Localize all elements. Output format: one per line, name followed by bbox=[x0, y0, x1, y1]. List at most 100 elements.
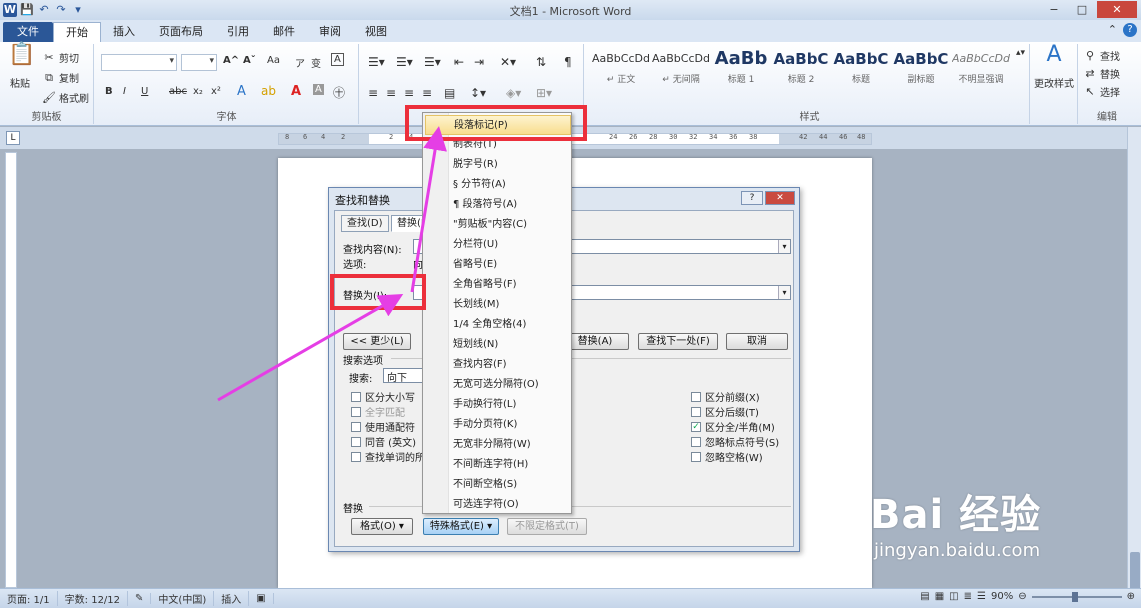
sounds-like-checkbox[interactable]: 同音 (英文) bbox=[351, 434, 416, 449]
match-suffix-checkbox[interactable]: 区分后缀(T) bbox=[691, 404, 759, 419]
vertical-scrollbar[interactable] bbox=[1127, 127, 1141, 602]
tab-find[interactable]: 查找(D) bbox=[341, 215, 389, 232]
menu-item-column-break[interactable]: 分栏符(U) bbox=[425, 235, 571, 255]
chinese-layout-icon[interactable]: ✕▾ bbox=[500, 55, 516, 69]
menu-item-section-char[interactable]: § 分节符(A) bbox=[425, 175, 571, 195]
all-word-forms-checkbox[interactable]: 查找单词的所 bbox=[351, 449, 425, 464]
find-next-button[interactable]: 查找下一处(F) bbox=[638, 333, 718, 350]
paste-button[interactable]: 📋 粘贴 bbox=[8, 44, 35, 91]
macro-record-icon[interactable]: ▣ bbox=[249, 593, 274, 604]
tab-page-layout[interactable]: 页面布局 bbox=[147, 22, 215, 42]
match-case-checkbox[interactable]: 区分大小写 bbox=[351, 389, 415, 404]
zoom-out-icon[interactable]: ⊖ bbox=[1018, 591, 1026, 602]
underline-button[interactable]: U bbox=[141, 86, 148, 97]
style-heading-2[interactable]: AaBbC 标题 2 bbox=[772, 46, 830, 96]
align-left-icon[interactable]: ≡ bbox=[368, 86, 378, 100]
font-name-combo[interactable] bbox=[101, 54, 177, 71]
insert-mode[interactable]: 插入 bbox=[214, 591, 250, 606]
replace-dropdown-icon[interactable]: ▾ bbox=[778, 286, 790, 299]
tab-home[interactable]: 开始 bbox=[53, 22, 101, 42]
align-center-icon[interactable]: ≡ bbox=[386, 86, 396, 100]
menu-item-page-break[interactable]: 手动分页符(K) bbox=[425, 415, 571, 435]
dialog-close-button[interactable]: ✕ bbox=[765, 191, 795, 205]
enclose-char-icon[interactable]: ㊉ bbox=[333, 84, 345, 101]
increase-indent-icon[interactable]: ⇥ bbox=[474, 55, 484, 69]
ribbon-minimize-icon[interactable]: ⌃ bbox=[1108, 23, 1117, 37]
zoom-slider[interactable] bbox=[1031, 591, 1122, 602]
vertical-ruler[interactable] bbox=[5, 152, 17, 588]
help-icon[interactable]: ? bbox=[1123, 23, 1137, 37]
tab-file[interactable]: 文件 bbox=[3, 22, 53, 42]
line-spacing-icon[interactable]: ↕▾ bbox=[470, 86, 486, 100]
change-styles-button[interactable]: A 更改样式 bbox=[1034, 44, 1074, 91]
justify-icon[interactable]: ≡ bbox=[422, 86, 432, 100]
proofing-icon[interactable]: ✎ bbox=[128, 593, 152, 604]
style-heading-1[interactable]: AaBb 标题 1 bbox=[712, 46, 770, 96]
text-effects-icon[interactable]: A bbox=[237, 84, 246, 99]
ignore-space-checkbox[interactable]: 忽略空格(W) bbox=[691, 449, 763, 464]
font-size-combo[interactable] bbox=[181, 54, 217, 71]
print-layout-icon[interactable]: ▤ bbox=[920, 591, 929, 602]
menu-item-optional-hyphen[interactable]: 可选连字符(O) bbox=[425, 495, 571, 515]
match-prefix-checkbox[interactable]: 区分前缀(X) bbox=[691, 389, 760, 404]
font-color-icon[interactable]: A bbox=[291, 84, 301, 99]
bold-button[interactable]: B bbox=[105, 86, 113, 97]
page-count[interactable]: 页面: 1/1 bbox=[0, 591, 58, 606]
distribute-icon[interactable]: ▤ bbox=[444, 86, 455, 100]
save-icon[interactable]: 💾 bbox=[20, 3, 34, 17]
zoom-in-icon[interactable]: ⊕ bbox=[1127, 591, 1135, 602]
char-shading-icon[interactable]: A bbox=[313, 84, 324, 95]
cut-button[interactable]: ✂ 剪切 bbox=[42, 50, 79, 66]
style-subtitle[interactable]: AaBbC 副标题 bbox=[892, 46, 950, 96]
style-title[interactable]: AaBbC 标题 bbox=[832, 46, 890, 96]
draft-icon[interactable]: ☰ bbox=[977, 591, 986, 602]
zoom-level[interactable]: 90% bbox=[991, 591, 1013, 602]
tab-mailings[interactable]: 邮件 bbox=[261, 22, 307, 42]
numbering-icon[interactable]: ☰▾ bbox=[396, 55, 413, 69]
menu-item-paragraph-mark[interactable]: 段落标记(P) bbox=[425, 115, 571, 135]
menu-item-find-what[interactable]: 查找内容(F) bbox=[425, 355, 571, 375]
zoom-slider-thumb[interactable] bbox=[1071, 591, 1078, 602]
strikethrough-button[interactable]: abc bbox=[169, 86, 187, 97]
menu-item-em-dash[interactable]: 长划线(M) bbox=[425, 295, 571, 315]
shrink-font-button[interactable]: Aˇ bbox=[243, 55, 256, 66]
match-width-checkbox[interactable]: ✓ 区分全/半角(M) bbox=[691, 419, 775, 434]
menu-item-full-ellipsis[interactable]: 全角省略号(F) bbox=[425, 275, 571, 295]
find-dropdown-icon[interactable]: ▾ bbox=[778, 240, 790, 253]
menu-item-zero-width-opt[interactable]: 无宽可选分隔符(O) bbox=[425, 375, 571, 395]
redo-icon[interactable]: ↷ bbox=[54, 3, 68, 17]
tab-selector-icon[interactable]: L bbox=[6, 131, 20, 145]
word-count[interactable]: 字数: 12/12 bbox=[58, 591, 129, 606]
superscript-button[interactable]: x² bbox=[211, 86, 221, 97]
menu-item-nonbreak-space[interactable]: 不间断空格(S) bbox=[425, 475, 571, 495]
format-button[interactable]: 格式(O) ▾ bbox=[351, 518, 413, 535]
whole-word-checkbox[interactable]: 全字匹配 bbox=[351, 404, 405, 419]
cancel-button[interactable]: 取消 bbox=[726, 333, 788, 350]
menu-item-caret[interactable]: 脱字号(R) bbox=[425, 155, 571, 175]
tab-review[interactable]: 审阅 bbox=[307, 22, 353, 42]
show-marks-icon[interactable]: ¶ bbox=[564, 55, 572, 69]
bullets-icon[interactable]: ☰▾ bbox=[368, 55, 385, 69]
highlight-icon[interactable]: ab bbox=[261, 84, 276, 98]
customize-qat-icon[interactable]: ▾ bbox=[71, 3, 85, 17]
styles-scroll-icon[interactable]: ▴▾ bbox=[1016, 48, 1025, 58]
search-direction-select[interactable]: 向下 bbox=[383, 368, 423, 384]
undo-icon[interactable]: ↶ bbox=[37, 3, 51, 17]
no-formatting-button[interactable]: 不限定格式(T) bbox=[507, 518, 587, 535]
less-button[interactable]: << 更少(L) bbox=[343, 333, 411, 350]
change-case-button[interactable]: Aa bbox=[267, 55, 280, 66]
special-format-button[interactable]: 特殊格式(E) ▾ bbox=[423, 518, 499, 535]
menu-item-quarter-space[interactable]: 1/4 全角空格(4) bbox=[425, 315, 571, 335]
menu-item-ellipsis[interactable]: 省略号(E) bbox=[425, 255, 571, 275]
style-subtle-emphasis[interactable]: AaBbCcDd 不明显强调 bbox=[952, 46, 1010, 96]
subscript-button[interactable]: x₂ bbox=[193, 86, 203, 97]
replace-button[interactable]: ⇄ 替换 bbox=[1083, 66, 1120, 82]
clear-format-icon[interactable]: ア bbox=[295, 55, 305, 70]
menu-item-paragraph-char[interactable]: ¶ 段落符号(A) bbox=[425, 195, 571, 215]
tab-references[interactable]: 引用 bbox=[215, 22, 261, 42]
dialog-help-button[interactable]: ? bbox=[741, 191, 763, 205]
ignore-punct-checkbox[interactable]: 忽略标点符号(S) bbox=[691, 434, 779, 449]
italic-button[interactable]: I bbox=[123, 86, 126, 97]
word-logo-icon[interactable]: W bbox=[3, 3, 17, 17]
close-button[interactable]: ✕ bbox=[1097, 1, 1137, 18]
